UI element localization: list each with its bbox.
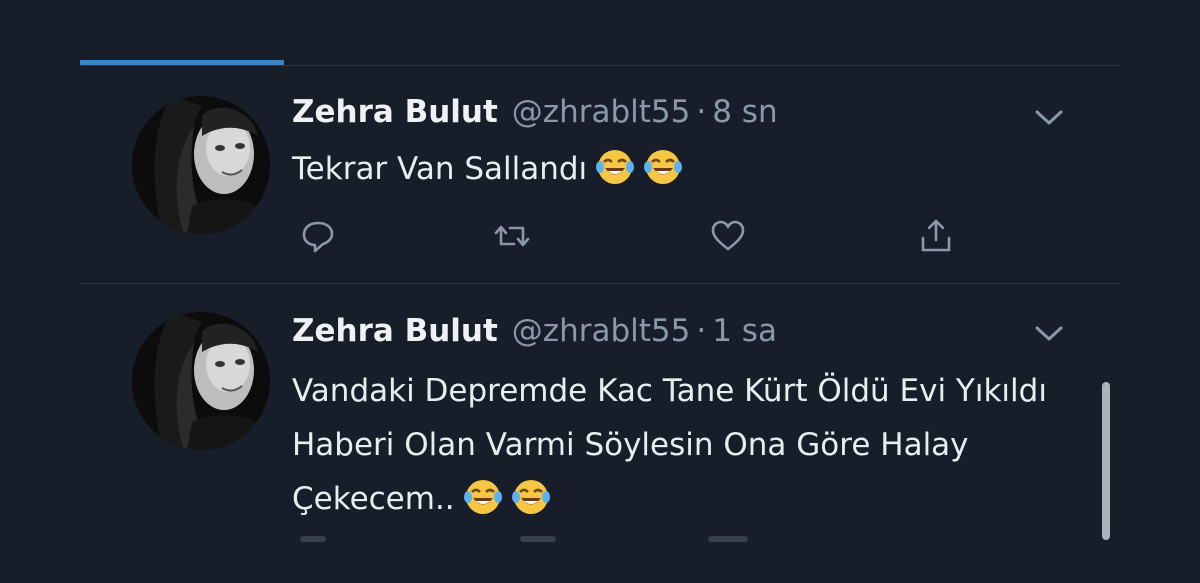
- chevron-down-icon[interactable]: [1032, 106, 1066, 130]
- tweet-header: Zehra Bulut @zhrablt55 · 8 sn: [292, 94, 778, 138]
- retweet-icon[interactable]: [492, 216, 532, 256]
- tweet[interactable]: Zehra Bulut @zhrablt55 · 8 sn Tekrar Van…: [80, 66, 1120, 284]
- reply-icon[interactable]: [298, 216, 338, 256]
- chevron-down-icon[interactable]: [1032, 322, 1066, 346]
- next-tweet-peek: [520, 536, 556, 542]
- tears-of-joy-emoji-icon: [511, 477, 551, 517]
- tears-of-joy-emoji-icon: [643, 147, 683, 187]
- display-name[interactable]: Zehra Bulut: [292, 94, 498, 130]
- avatar[interactable]: [132, 96, 270, 234]
- tweet-actions: [292, 216, 952, 256]
- like-icon[interactable]: [708, 216, 748, 256]
- tears-of-joy-emoji-icon: [463, 477, 503, 517]
- handle[interactable]: @zhrablt55: [512, 94, 691, 130]
- next-tweet-peek: [708, 536, 748, 542]
- handle[interactable]: @zhrablt55: [512, 313, 691, 349]
- avatar[interactable]: [132, 312, 270, 450]
- scrollbar[interactable]: [1102, 382, 1110, 540]
- next-tweet-peek: [300, 536, 326, 542]
- tweet-text: Tekrar Van Sallandı: [292, 142, 1092, 196]
- tweet-text-content: Vandaki Depremde Kac Tane Kürt Öldü Evi …: [292, 373, 1047, 517]
- tweet-text: Vandaki Depremde Kac Tane Kürt Öldü Evi …: [292, 364, 1092, 526]
- display-name[interactable]: Zehra Bulut: [292, 313, 498, 349]
- tweet-header: Zehra Bulut @zhrablt55 · 1 sa: [292, 313, 777, 357]
- timestamp[interactable]: 1 sa: [712, 313, 777, 349]
- separator-dot: ·: [696, 313, 707, 349]
- timestamp[interactable]: 8 sn: [712, 94, 777, 130]
- tweet[interactable]: Zehra Bulut @zhrablt55 · 1 sa Vandaki De…: [80, 284, 1120, 583]
- share-icon[interactable]: [916, 216, 956, 256]
- separator-dot: ·: [696, 94, 707, 130]
- timeline-screen: Zehra Bulut @zhrablt55 · 8 sn Tekrar Van…: [0, 0, 1200, 583]
- tears-of-joy-emoji-icon: [595, 147, 635, 187]
- tweet-text-content: Tekrar Van Sallandı: [292, 151, 588, 187]
